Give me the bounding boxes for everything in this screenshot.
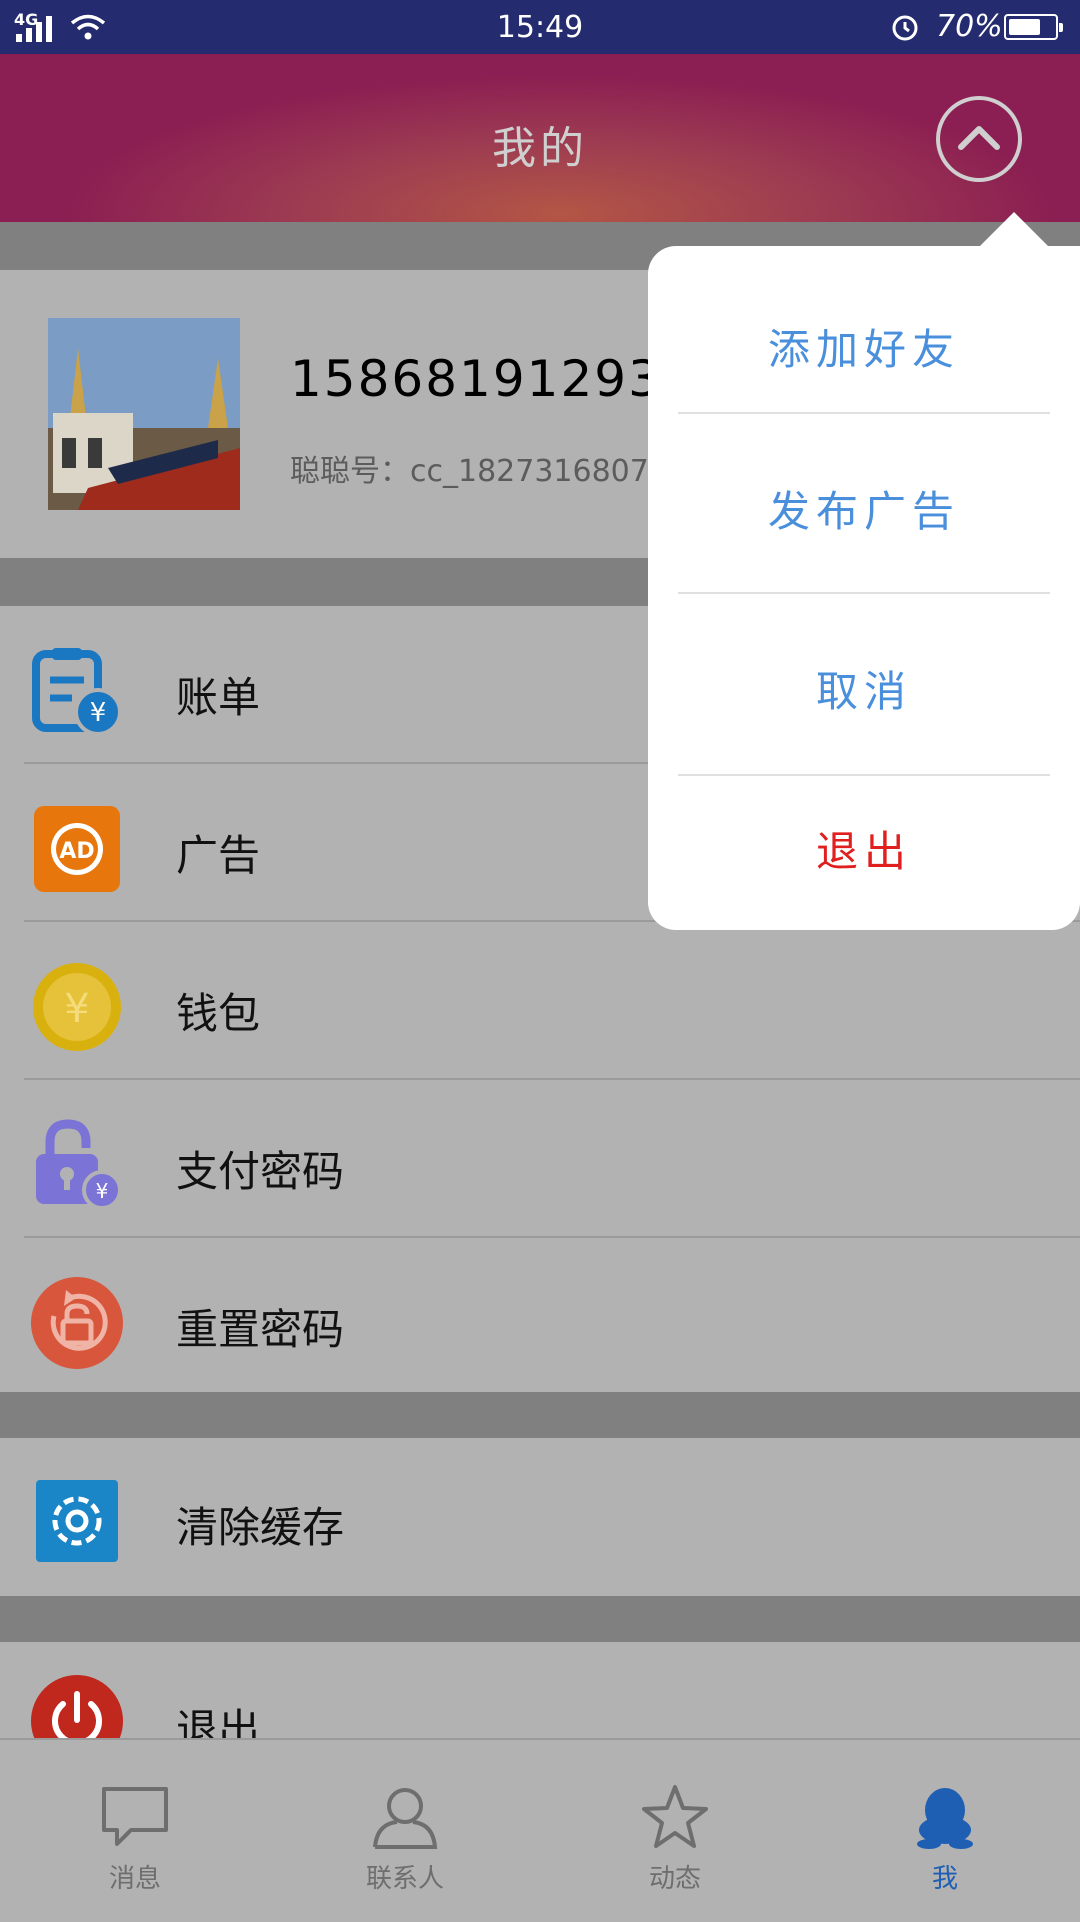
divider — [678, 592, 1050, 594]
menu-item-label: 账单 — [176, 673, 261, 722]
battery-icon — [1004, 14, 1063, 40]
gear-icon — [36, 1480, 118, 1562]
bottom-tab-bar: 消息 联系人 动态 我 — [0, 1738, 1080, 1922]
popup-menu: 添加好友 发布广告 取消 退出 — [648, 212, 1080, 930]
tab-contacts[interactable]: 联系人 — [270, 1740, 540, 1922]
popup-arrow — [978, 212, 1050, 248]
publish-ad-button[interactable]: 发布广告 — [648, 478, 1080, 539]
reset-lock-icon — [31, 1277, 123, 1369]
pay-lock-icon: ¥ — [36, 1119, 122, 1210]
svg-text:¥: ¥ — [90, 698, 107, 728]
menu-item-logout[interactable]: 退出 — [0, 1644, 1080, 1738]
power-icon — [31, 1675, 123, 1738]
app-header: 我的 — [0, 54, 1080, 222]
tab-me[interactable]: 我 — [810, 1740, 1080, 1922]
menu-item-label: 清除缓存 — [176, 1503, 345, 1552]
menu-item-reset-password[interactable]: 重置密码 — [0, 1238, 1080, 1394]
wallet-coin-icon: ¥ — [33, 963, 121, 1051]
menu-toggle-button[interactable] — [936, 96, 1022, 182]
section-gap — [0, 1596, 1080, 1642]
tab-messages[interactable]: 消息 — [0, 1740, 270, 1922]
battery-percent: 70% — [936, 9, 1003, 44]
menu-item-pay-password[interactable]: ¥ 支付密码 — [0, 1080, 1080, 1236]
ad-icon: AD — [34, 806, 120, 892]
tab-label: 动态 — [648, 1864, 701, 1894]
chevron-up-icon — [958, 126, 1000, 150]
page-title: 我的 — [492, 123, 588, 174]
menu-item-label: 退出 — [176, 1705, 261, 1738]
logout-button[interactable]: 退出 — [648, 818, 1080, 879]
user-phone: 15868191293 — [290, 350, 662, 408]
star-icon — [642, 1785, 708, 1848]
menu-item-label: 广告 — [176, 831, 261, 880]
menu-item-clear-cache[interactable]: 清除缓存 — [0, 1440, 1080, 1594]
divider — [678, 412, 1050, 414]
divider — [678, 774, 1050, 776]
svg-text:AD: AD — [59, 839, 94, 864]
bill-icon: ¥ — [32, 648, 122, 736]
tab-moments[interactable]: 动态 — [540, 1740, 810, 1922]
menu-item-wallet[interactable]: ¥ 钱包 — [0, 922, 1080, 1078]
avatar[interactable] — [48, 318, 240, 510]
tab-label: 联系人 — [365, 1864, 444, 1894]
cancel-button[interactable]: 取消 — [648, 658, 1080, 719]
menu-item-label: 钱包 — [176, 989, 261, 1038]
penguin-icon — [917, 1788, 973, 1849]
contact-icon — [373, 1788, 438, 1849]
svg-text:¥: ¥ — [96, 1179, 109, 1203]
tab-label: 消息 — [108, 1864, 161, 1894]
svg-text:¥: ¥ — [64, 986, 89, 1032]
menu-item-label: 重置密码 — [176, 1305, 345, 1354]
section-gap — [0, 1392, 1080, 1438]
user-account-id: 聪聪号：cc_1827316807 — [290, 454, 649, 489]
status-bar: 4G 15:49 70% — [0, 0, 1080, 54]
menu-item-label: 支付密码 — [176, 1147, 345, 1196]
message-icon — [102, 1787, 168, 1846]
add-friend-button[interactable]: 添加好友 — [648, 316, 1080, 377]
alarm-icon — [892, 15, 918, 41]
tab-label: 我 — [931, 1864, 958, 1894]
